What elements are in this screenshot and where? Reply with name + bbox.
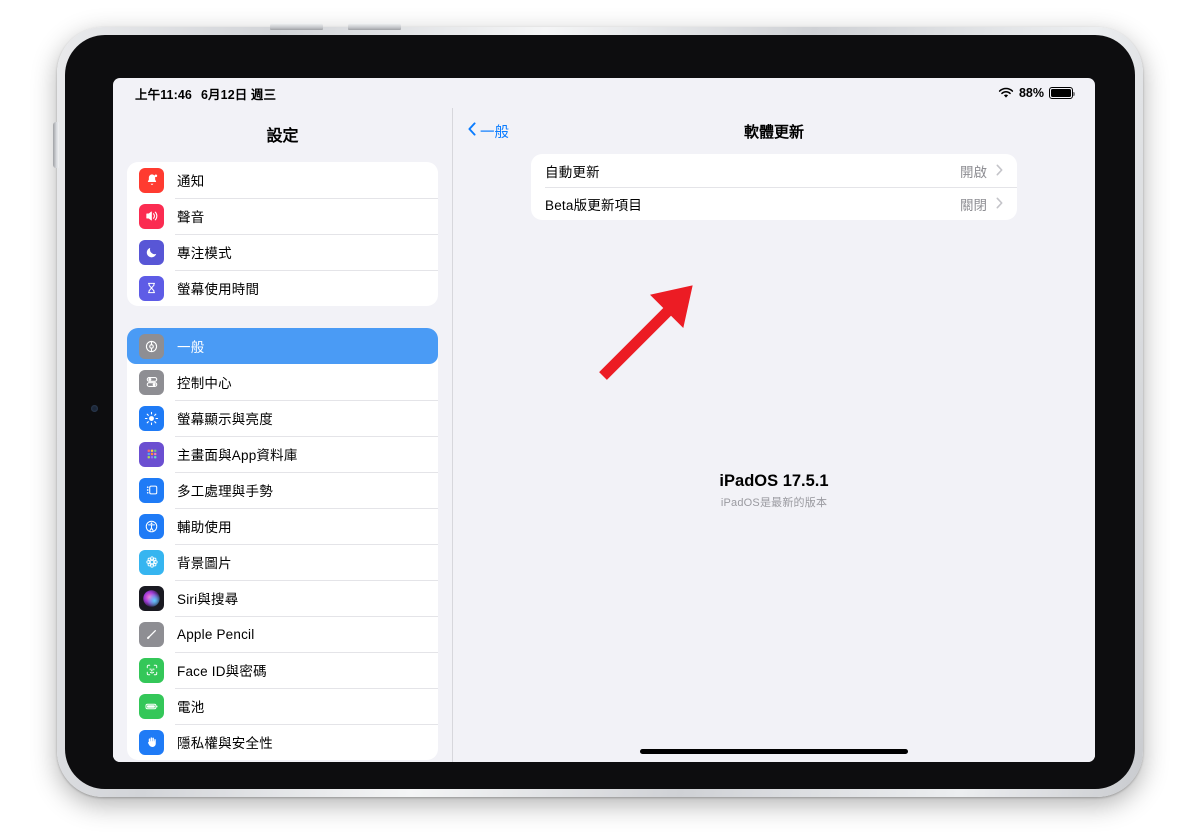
status-date: 6月12日 週三 [200,87,277,102]
hand-icon [139,729,164,755]
version-block: iPadOS 17.5.1 iPadOS是最新的版本 [453,472,1095,510]
sidebar-item-label: 多工處理與手勢 [177,484,273,499]
speaker-icon [139,203,164,229]
power-button[interactable] [53,122,59,168]
chevron-right-icon [996,164,1003,178]
sidebar-item-label: Apple Pencil [177,626,255,642]
sidebar-item-siri-search[interactable]: Siri與搜尋 [127,580,438,616]
wifi-icon [998,87,1014,99]
sidebar-group-1: 通知 聲音 專注模式 螢幕使用時間 [127,162,438,306]
sidebar-item-wallpaper[interactable]: 背景圖片 [127,544,438,580]
detail-navbar: 一般 軟體更新 [453,108,1095,154]
sidebar-item-label: 電池 [177,700,205,715]
row-value: 關閉 [960,197,987,213]
sidebar-item-label: 背景圖片 [177,556,232,571]
status-bar: 上午11:46 6月12日 週三 88% [113,78,1095,108]
hourglass-icon [139,275,164,301]
ipad-device-frame: 上午11:46 6月12日 週三 88% 設定 通知 聲音 專注模式 螢幕使用時… [53,23,1143,797]
status-bar-right: 88% [998,86,1076,100]
volume-down-button[interactable] [348,23,401,30]
row-label: 自動更新 [545,164,600,180]
update-options-group: 自動更新 開啟 Beta版更新項目 關閉 [531,154,1017,220]
volume-up-button[interactable] [270,23,323,30]
row-beta-updates[interactable]: Beta版更新項目 關閉 [531,187,1017,220]
sidebar-item-battery[interactable]: 電池 [127,688,438,724]
row-label: Beta版更新項目 [545,197,643,213]
wallpaper-icon [139,549,164,575]
split-view: 設定 通知 聲音 專注模式 螢幕使用時間 一般 控制中心 螢幕顯示與亮度 主畫面… [113,108,1095,762]
pencil-icon [139,621,164,647]
sidebar-item-privacy-security[interactable]: 隱私權與安全性 [127,724,438,760]
sidebar-item-multitasking-gestures[interactable]: 多工處理與手勢 [127,472,438,508]
sidebar-item-accessibility[interactable]: 輔助使用 [127,508,438,544]
battery-icon [1049,87,1076,99]
page-title: 軟體更新 [743,123,804,141]
sidebar-scroll-area[interactable]: 通知 聲音 專注模式 螢幕使用時間 一般 控制中心 螢幕顯示與亮度 主畫面與Ap… [113,162,452,762]
sidebar-item-general[interactable]: 一般 [127,328,438,364]
gear-icon [139,333,164,359]
sidebar-item-faceid-passcode[interactable]: Face ID與密碼 [127,652,438,688]
ipad-screen: 上午11:46 6月12日 週三 88% 設定 通知 聲音 專注模式 螢幕使用時… [113,78,1095,762]
sidebar-item-label: 隱私權與安全性 [177,736,273,751]
version-subtitle: iPadOS是最新的版本 [720,497,828,509]
detail-body: 自動更新 開啟 Beta版更新項目 關閉 iPadOS 17.5.1 iPadO… [453,154,1095,762]
sidebar-item-label: 通知 [177,174,205,189]
sidebar-item-focus[interactable]: 專注模式 [127,234,438,270]
brightness-icon [139,405,164,431]
app-library-icon [139,441,164,467]
row-automatic-updates[interactable]: 自動更新 開啟 [531,154,1017,187]
battery-fill [1051,89,1071,97]
status-time: 上午11:46 [135,87,192,102]
sidebar-item-display-brightness[interactable]: 螢幕顯示與亮度 [127,400,438,436]
sidebar-item-label: 聲音 [177,210,205,225]
sidebar-item-label: 輔助使用 [177,520,232,535]
home-indicator[interactable] [640,749,908,754]
device-bezel: 上午11:46 6月12日 週三 88% 設定 通知 聲音 專注模式 螢幕使用時… [65,35,1135,789]
software-update-pane: 一般 軟體更新 自動更新 開啟 Beta版更新項目 關閉 iPadOS 17.5… [453,108,1095,762]
accessibility-icon [139,513,164,539]
version-title: iPadOS 17.5.1 [719,472,829,490]
sidebar-item-label: 螢幕顯示與亮度 [177,412,273,427]
row-value: 開啟 [960,164,987,180]
sidebar-item-home-app-library[interactable]: 主畫面與App資料庫 [127,436,438,472]
sidebar-item-label: 主畫面與App資料庫 [177,448,298,463]
sidebar-title: 設定 [266,128,299,145]
sidebar-item-apple-pencil[interactable]: Apple Pencil [127,616,438,652]
chevron-right-icon [996,197,1003,211]
front-camera-icon [91,405,98,412]
sidebar-item-sounds[interactable]: 聲音 [127,198,438,234]
sidebar-item-label: 一般 [177,340,205,355]
bell-icon [139,167,164,193]
siri-icon [139,585,164,611]
sidebar-item-label: Siri與搜尋 [177,592,239,607]
sidebar-item-screen-time[interactable]: 螢幕使用時間 [127,270,438,306]
sidebar-item-label: Face ID與密碼 [177,664,267,679]
sidebar-item-notifications[interactable]: 通知 [127,162,438,198]
moon-icon [139,239,164,265]
faceid-icon [139,657,164,683]
multitasking-icon [139,477,164,503]
status-bar-left: 上午11:46 6月12日 週三 [135,84,276,103]
sidebar-group-2: 一般 控制中心 螢幕顯示與亮度 主畫面與App資料庫 多工處理與手勢 輔助使用 … [127,328,438,760]
sidebar-item-label: 控制中心 [177,376,232,391]
battery-settings-icon [139,693,164,719]
sidebar-item-control-center[interactable]: 控制中心 [127,364,438,400]
battery-percent-label: 88% [1018,86,1044,100]
settings-sidebar: 設定 通知 聲音 專注模式 螢幕使用時間 一般 控制中心 螢幕顯示與亮度 主畫面… [113,108,453,762]
control-center-icon [139,369,164,395]
sidebar-item-label: 專注模式 [177,246,232,261]
sidebar-item-label: 螢幕使用時間 [177,282,260,297]
